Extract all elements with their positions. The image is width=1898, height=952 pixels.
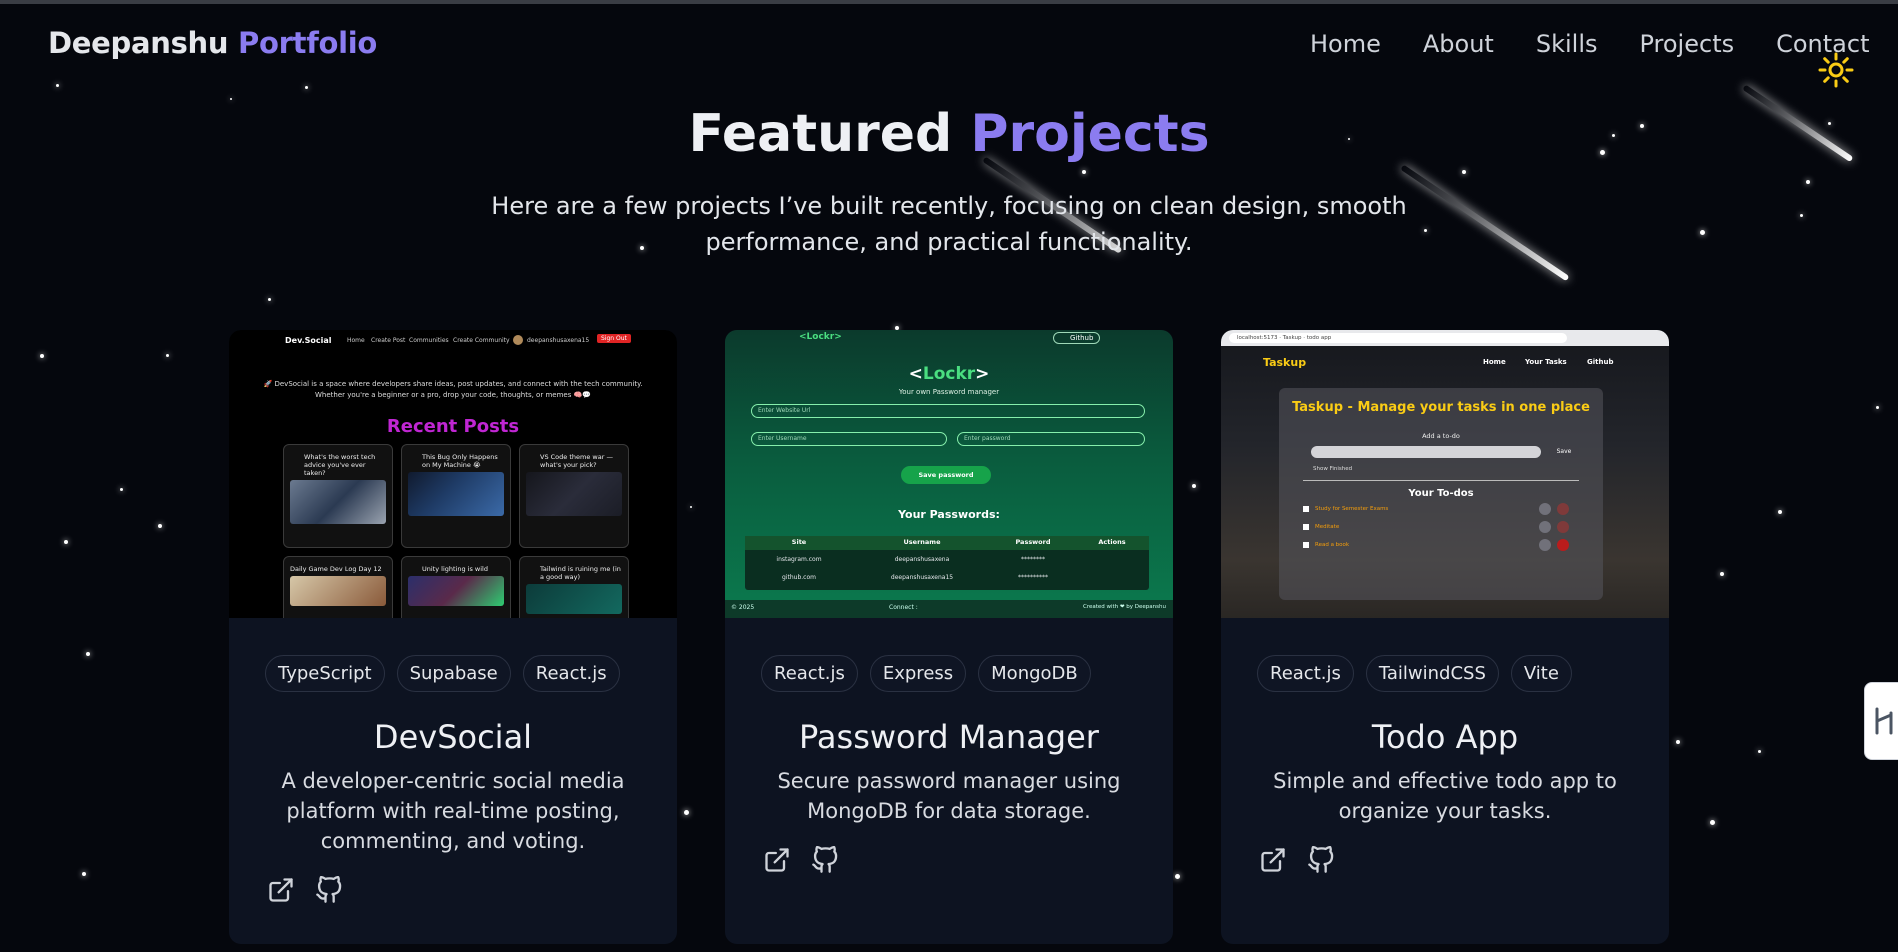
- ds-brand: Dev.Social: [285, 336, 332, 345]
- nav-link-home[interactable]: Home: [1310, 30, 1381, 58]
- ds-nav-communities: Communities: [409, 337, 449, 344]
- ds-signout: Sign Out: [597, 334, 631, 343]
- title-second-word: Projects: [970, 104, 1210, 164]
- nav-link-about[interactable]: About: [1423, 30, 1494, 58]
- project-title: DevSocial: [373, 718, 533, 756]
- password-manager-preview-image[interactable]: <Lockr> Github <Lockr> Your own Password…: [725, 330, 1173, 618]
- todo-nav-github: Github: [1587, 358, 1614, 366]
- github-icon[interactable]: [811, 846, 839, 874]
- ds-intro-2: Whether you're a beginner or a pro, drop…: [314, 391, 591, 399]
- brand-logo[interactable]: Deepanshu Portfolio: [48, 26, 377, 60]
- ds-post-card: VS Code theme war — what's your pick?: [519, 444, 629, 548]
- todo-browser-bar: localhost:5173 · Taskup · todo app: [1221, 330, 1669, 346]
- project-title: Password Manager: [799, 718, 1099, 756]
- pm-table: Site Username Password Actions instagram…: [745, 536, 1149, 590]
- pm-brand: <Lockr>: [908, 364, 990, 384]
- pm-brand-small: <Lockr>: [799, 332, 842, 342]
- sun-icon[interactable]: [1818, 52, 1854, 88]
- pm-password-input: Enter password: [957, 432, 1145, 446]
- pm-username-input: Enter Username: [751, 432, 947, 446]
- project-title: Todo App: [1371, 718, 1519, 756]
- ds-nav-create-community: Create Community: [453, 337, 510, 344]
- github-icon[interactable]: [1307, 846, 1335, 874]
- project-links: [1259, 846, 1355, 874]
- pm-footer: © 2025 Connect : Created with ❤ by Deepa…: [725, 600, 1173, 618]
- extension-logo-icon: [1875, 707, 1893, 735]
- brand-first-name: Deepanshu: [48, 26, 229, 60]
- tech-tags: React.js TailwindCSS Vite: [1257, 655, 1584, 692]
- title-first-word: Featured: [688, 104, 953, 164]
- ds-recent-posts: Recent Posts: [386, 416, 520, 437]
- external-link-icon[interactable]: [1259, 846, 1287, 874]
- brand-second-name: Portfolio: [238, 26, 378, 60]
- ds-post-card: This Bug Only Happens on My Machine 😭: [401, 444, 511, 548]
- ds-nav-home: Home: [347, 337, 365, 344]
- project-card-password-manager: <Lockr> Github <Lockr> Your own Password…: [725, 330, 1173, 944]
- ds-avatar: [513, 335, 523, 345]
- pm-website-input: Enter Website Url: [751, 404, 1145, 418]
- ds-nav-create: Create Post: [371, 337, 406, 344]
- todo-nav-home: Home: [1483, 358, 1506, 366]
- tech-tags: React.js Express MongoDB: [761, 655, 1103, 692]
- ds-post-card: Tailwind is ruining me (in a good way): [519, 556, 629, 618]
- section-subtitle: Here are a few projects I’ve built recen…: [491, 192, 1407, 256]
- tech-tag: Vite: [1510, 655, 1572, 692]
- section-title: Featured Projects: [0, 104, 1898, 164]
- ds-post-card: Unity lighting is wild: [401, 556, 511, 618]
- todo-nav-tasks: Your Tasks: [1525, 358, 1567, 366]
- nav-link-projects[interactable]: Projects: [1639, 30, 1734, 58]
- top-navbar: Deepanshu Portfolio Home About Skills Pr…: [0, 4, 1898, 88]
- external-link-icon[interactable]: [763, 846, 791, 874]
- tech-tag: TypeScript: [265, 655, 385, 692]
- nav-link-skills[interactable]: Skills: [1536, 30, 1598, 58]
- pm-tagline: Your own Password manager: [898, 388, 1000, 396]
- todo-app-preview-image[interactable]: localhost:5173 · Taskup · todo app Tasku…: [1221, 330, 1669, 618]
- project-links: [763, 846, 859, 874]
- todo-panel: Taskup - Manage your tasks in one place …: [1279, 388, 1603, 600]
- external-link-icon[interactable]: [267, 876, 295, 904]
- tech-tags: TypeScript Supabase React.js: [265, 655, 632, 692]
- project-description: A developer-centric social media platfor…: [281, 769, 625, 853]
- nav-links: Home About Skills Projects Contact: [1310, 30, 1898, 58]
- ds-user: deepanshusaxena15: [527, 337, 590, 344]
- pm-save-button: Save password: [901, 466, 991, 484]
- github-icon[interactable]: [315, 876, 343, 904]
- tech-tag: React.js: [522, 655, 620, 692]
- ds-post-card: What's the worst tech advice you've ever…: [283, 444, 393, 548]
- ds-post-card: Daily Game Dev Log Day 12: [283, 556, 393, 618]
- tech-tag: TailwindCSS: [1365, 655, 1499, 692]
- pm-list-heading: Your Passwords:: [898, 508, 1000, 521]
- project-description: Simple and effective todo app to organiz…: [1273, 769, 1617, 823]
- devsocial-preview-image[interactable]: Dev.Social Home Create Post Communities …: [229, 330, 677, 618]
- project-card-devsocial: Dev.Social Home Create Post Communities …: [229, 330, 677, 944]
- tech-tag: Express: [869, 655, 967, 692]
- tech-tag: React.js: [761, 655, 858, 692]
- tech-tag: React.js: [1257, 655, 1354, 692]
- project-links: [267, 876, 363, 904]
- tech-tag: MongoDB: [978, 655, 1091, 692]
- project-card-todo-app: localhost:5173 · Taskup · todo app Tasku…: [1221, 330, 1669, 944]
- pm-github-button: Github: [1053, 332, 1101, 344]
- todo-brand: Taskup: [1263, 356, 1307, 369]
- ds-intro-1: 🚀 DevSocial is a space where developers …: [263, 380, 643, 388]
- project-description: Secure password manager using MongoDB fo…: [777, 769, 1121, 823]
- tech-tag: Supabase: [396, 655, 511, 692]
- floating-extension-widget[interactable]: [1864, 682, 1898, 760]
